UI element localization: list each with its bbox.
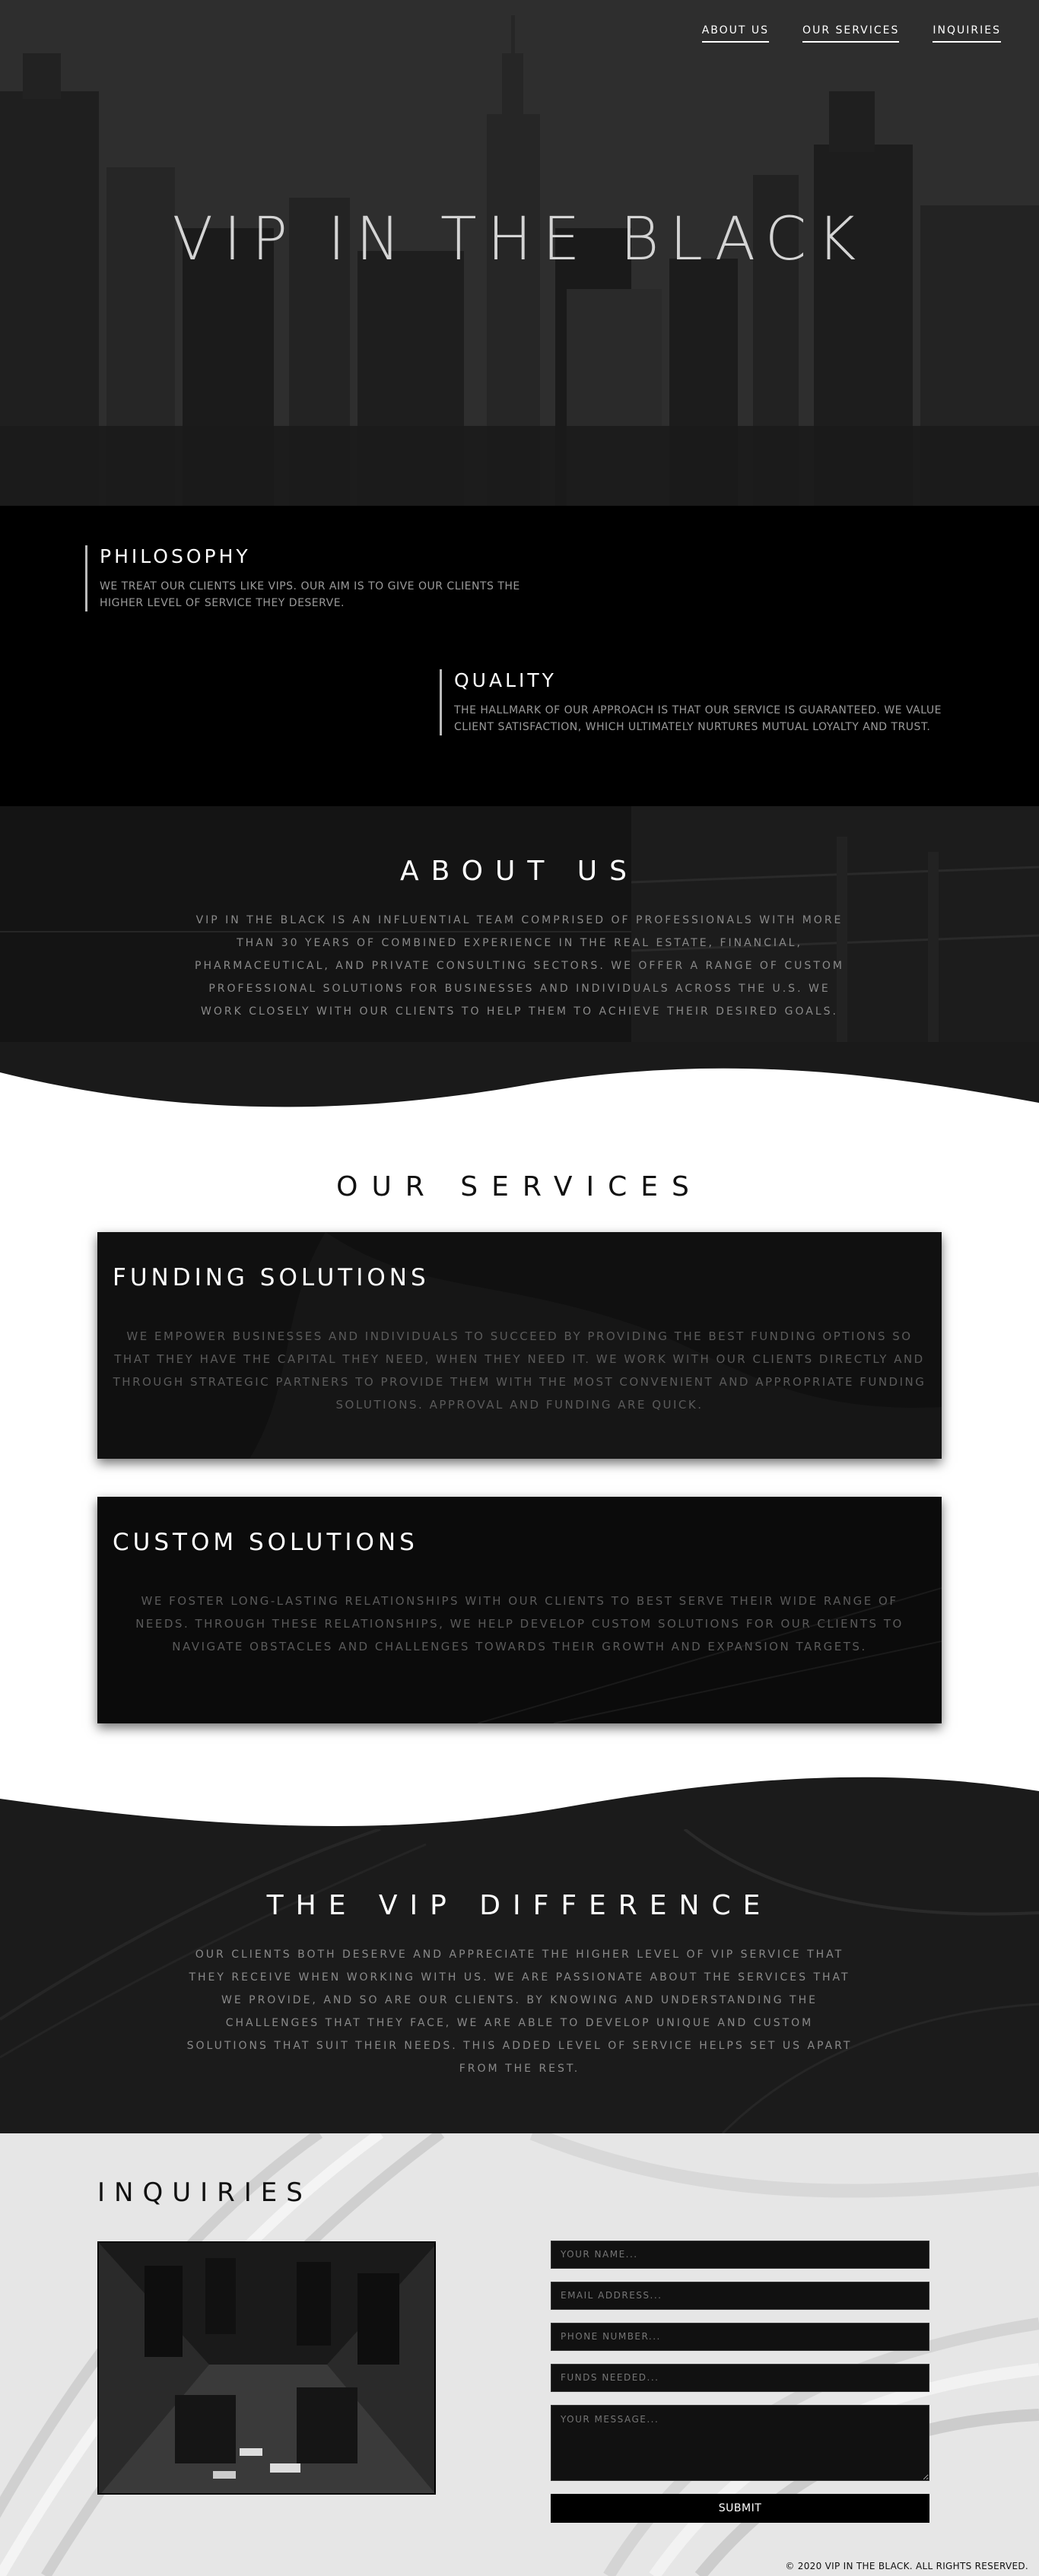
service-card-funding: FUNDING SOLUTIONS WE EMPOWER BUSINESSES … <box>97 1232 942 1459</box>
difference-text: OUR CLIENTS BOTH DESERVE AND APPRECIATE … <box>186 1949 853 2075</box>
quality-text: THE HALLMARK OF OUR APPROACH IS THAT OUR… <box>454 704 942 733</box>
funds-input[interactable] <box>551 2364 929 2392</box>
vip-difference-section: THE VIP DIFFERENCE OUR CLIENTS BOTH DESE… <box>0 1829 1039 2133</box>
hero-section: ABOUT US OUR SERVICES INQUIRIES VIP IN T… <box>0 0 1039 506</box>
about-title: ABOUT US <box>399 856 639 887</box>
email-input[interactable] <box>551 2282 929 2310</box>
inquiries-section: INQUIRIES SUBMIT <box>0 2133 1039 2576</box>
about-text: VIP IN THE BLACK IS AN INFLUENTIAL TEAM … <box>195 914 844 1018</box>
phone-input[interactable] <box>551 2323 929 2351</box>
message-textarea[interactable] <box>551 2405 929 2481</box>
nav-our-services-link[interactable]: OUR SERVICES <box>802 24 900 43</box>
inquiry-form: SUBMIT <box>551 2241 929 2523</box>
hero-title: VIP IN THE BLACK <box>172 205 867 274</box>
service-card-custom: CUSTOM SOLUTIONS WE FOSTER LONG-LASTING … <box>97 1497 942 1723</box>
wave-divider-top <box>0 1042 1039 1133</box>
submit-button[interactable]: SUBMIT <box>551 2494 929 2523</box>
wave-divider-bottom <box>0 1777 1039 1837</box>
inquiries-title: INQUIRIES <box>97 2177 312 2208</box>
page: ABOUT US OUR SERVICES INQUIRIES VIP IN T… <box>0 0 1039 2576</box>
service-card-title: FUNDING SOLUTIONS <box>113 1264 430 1291</box>
services-title: OUR SERVICES <box>336 1171 703 1202</box>
nav-about-us-link[interactable]: ABOUT US <box>701 24 770 43</box>
quality-title: QUALITY <box>454 669 557 691</box>
quality-block: QUALITY THE HALLMARK OF OUR APPROACH IS … <box>440 669 942 735</box>
values-section: PHILOSOPHY WE TREAT OUR CLIENTS LIKE VIP… <box>0 506 1039 806</box>
philosophy-block: PHILOSOPHY WE TREAT OUR CLIENTS LIKE VIP… <box>85 545 557 611</box>
service-card-text: WE FOSTER LONG-LASTING RELATIONSHIPS WIT… <box>135 1594 904 1653</box>
philosophy-title: PHILOSOPHY <box>100 545 251 567</box>
difference-title: THE VIP DIFFERENCE <box>266 1890 773 1921</box>
name-input[interactable] <box>551 2241 929 2269</box>
main-nav: ABOUT US OUR SERVICES INQUIRIES <box>701 24 1001 43</box>
copyright-text: © 2020 VIP IN THE BLACK. ALL RIGHTS RESE… <box>785 2561 1028 2571</box>
philosophy-text: WE TREAT OUR CLIENTS LIKE VIPS. OUR AIM … <box>100 580 520 609</box>
building-photo <box>97 2241 436 2495</box>
service-card-title: CUSTOM SOLUTIONS <box>113 1529 418 1556</box>
service-card-text: WE EMPOWER BUSINESSES AND INDIVIDUALS TO… <box>113 1329 926 1412</box>
nav-inquiries-link[interactable]: INQUIRIES <box>933 24 1001 43</box>
